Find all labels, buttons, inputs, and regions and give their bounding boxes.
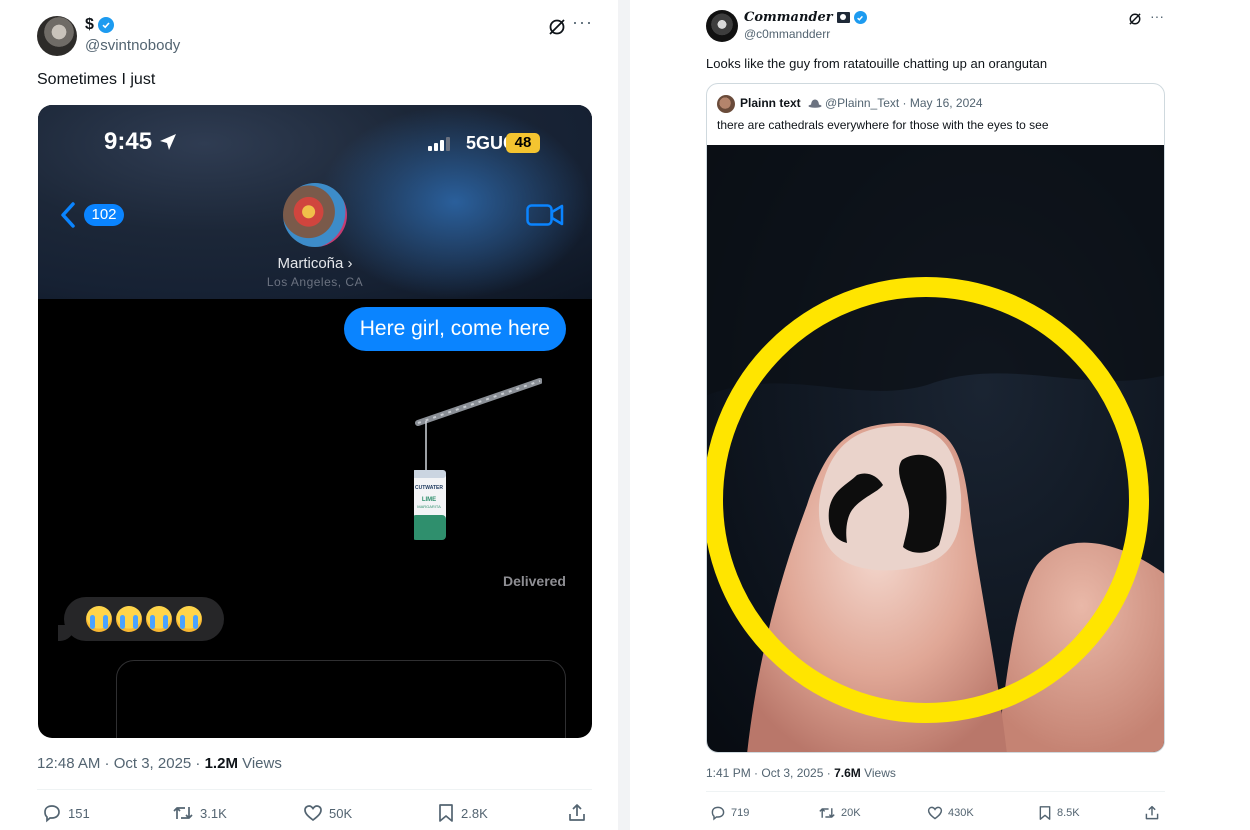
battery-indicator: 48	[506, 133, 540, 153]
bookmark-icon	[1039, 806, 1051, 820]
contact-location: Los Angeles, CA	[266, 275, 364, 289]
display-name[interactable]: $	[85, 16, 94, 34]
verified-badge-icon	[97, 17, 114, 33]
like-count: 50K	[329, 805, 353, 821]
quoted-text: there are cathedrals everywhere for thos…	[717, 118, 1049, 132]
repost-icon	[173, 807, 193, 819]
share-button[interactable]	[567, 803, 587, 823]
tweet-left: $ @svintnobody ··· Sometimes I just 9:45…	[0, 0, 618, 830]
quoted-display-name: Plainn text	[740, 96, 801, 110]
avatar[interactable]	[706, 10, 738, 42]
tweet-right: Commander @c0mmandderr ··· Looks like th…	[630, 0, 1250, 830]
message-frame	[116, 660, 566, 738]
contact-avatar	[283, 183, 347, 247]
repost-button[interactable]: 3.1K	[172, 803, 227, 823]
crying-face-icon	[116, 606, 142, 632]
repost-count: 3.1K	[200, 805, 227, 821]
bookmark-icon	[439, 804, 453, 822]
svg-text:MARGARITA: MARGARITA	[417, 504, 441, 509]
crying-face-icon	[146, 606, 172, 632]
grok-icon[interactable]	[1127, 11, 1143, 27]
svg-text:CUTWATER: CUTWATER	[415, 485, 443, 491]
like-button[interactable]: 430K	[927, 805, 974, 821]
bookmark-button[interactable]: 8.5K	[1038, 805, 1080, 821]
reply-icon	[44, 805, 60, 823]
grok-icon[interactable]	[546, 16, 568, 38]
reply-icon	[711, 806, 725, 821]
contact-name: Marticoña ›	[277, 255, 353, 272]
thumbnail-photo	[707, 145, 1164, 752]
heart-icon	[927, 806, 943, 820]
views-count: 1.2M	[204, 755, 238, 772]
tweet-media[interactable]: 9:45 5GUC 48 102 Marticoña › Los Angeles…	[38, 105, 592, 738]
author-name[interactable]: $	[85, 16, 114, 34]
divider	[37, 789, 592, 790]
timestamp[interactable]: 12:48 AM · Oct 3, 2025 ·	[37, 755, 205, 772]
display-name[interactable]: Commander	[744, 10, 833, 25]
facetime-video-icon	[526, 204, 564, 226]
pirate-flag-icon	[836, 12, 850, 23]
quoted-handle-date: @Plainn_Text · May 16, 2024	[825, 96, 983, 110]
reply-button[interactable]: 151	[42, 803, 90, 823]
action-bar: 151 3.1K 50K 2.8K	[37, 803, 592, 825]
share-icon	[1145, 805, 1159, 820]
views-label: Views	[237, 755, 282, 772]
action-bar: 719 20K 430K 8.5K	[706, 805, 1165, 825]
crying-face-icon	[176, 606, 202, 632]
bookmark-count: 8.5K	[1057, 807, 1080, 819]
divider	[706, 791, 1165, 792]
panel-divider	[618, 0, 630, 830]
timestamp[interactable]: 1:41 PM · Oct 3, 2025 ·	[706, 766, 834, 780]
avatar[interactable]	[37, 16, 77, 56]
heart-icon	[304, 805, 322, 822]
views-count: 7.6M	[834, 766, 861, 780]
author-name[interactable]: Commander	[744, 10, 867, 25]
received-emoji-bubble	[58, 597, 224, 641]
status-time: 9:45	[104, 128, 153, 155]
quoted-avatar	[717, 95, 735, 113]
repost-button[interactable]: 20K	[818, 805, 861, 821]
more-options-icon[interactable]: ···	[1150, 8, 1164, 24]
crying-face-icon	[86, 606, 112, 632]
verified-badge-icon	[853, 11, 867, 24]
svg-text:LIME: LIME	[422, 497, 436, 503]
share-button[interactable]	[1144, 805, 1160, 821]
reply-count: 151	[68, 805, 90, 821]
sent-message-bubble: Here girl, come here	[343, 307, 566, 351]
tweet-meta: 1:41 PM · Oct 3, 2025 · 7.6M Views	[706, 766, 896, 780]
location-arrow-icon	[160, 134, 176, 150]
hat-icon	[808, 99, 822, 108]
repost-icon	[819, 808, 835, 818]
author-handle[interactable]: @svintnobody	[85, 37, 180, 54]
bookmark-button[interactable]: 2.8K	[437, 803, 488, 823]
fishing-rod-sticker: CUTWATER LIME MARGARITA	[414, 378, 542, 540]
quoted-tweet[interactable]: Plainn text @Plainn_Text · May 16, 2024 …	[706, 83, 1165, 753]
unread-count-badge: 102	[84, 204, 124, 226]
tweet-text: Sometimes I just	[37, 71, 156, 88]
reply-count: 719	[731, 807, 750, 819]
tweet-meta: 12:48 AM · Oct 3, 2025 · 1.2M Views	[37, 755, 282, 772]
tweet-text: Looks like the guy from ratatouille chat…	[706, 56, 1048, 71]
like-count: 430K	[948, 807, 974, 819]
repost-count: 20K	[841, 807, 861, 819]
bookmark-count: 2.8K	[461, 805, 488, 821]
delivered-status: Delivered	[502, 573, 566, 589]
back-chevron-icon	[61, 202, 75, 228]
more-options-icon[interactable]: ···	[572, 12, 593, 33]
views-label: Views	[860, 766, 896, 780]
signal-icon	[428, 135, 450, 151]
like-button[interactable]: 50K	[303, 803, 352, 823]
share-icon	[569, 804, 585, 821]
author-handle[interactable]: @c0mmandderr	[744, 27, 830, 41]
reply-button[interactable]: 719	[710, 805, 749, 821]
quoted-photo[interactable]	[707, 145, 1164, 752]
